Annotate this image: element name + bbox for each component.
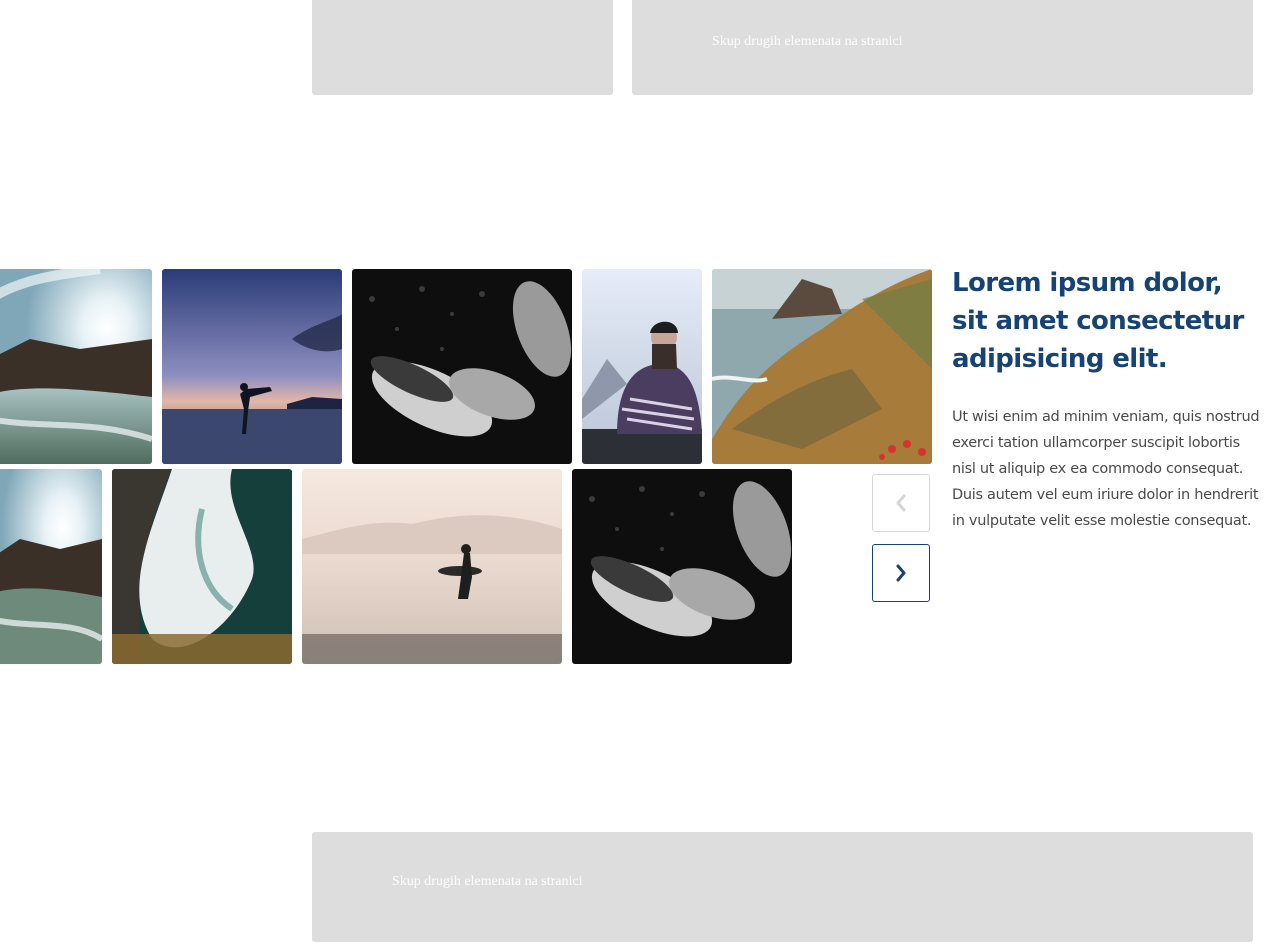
section-heading: Lorem ipsum dolor, sit amet consectetur … bbox=[952, 268, 1244, 374]
photo-penguins[interactable] bbox=[352, 269, 572, 464]
placeholder-label: Skup drugih elemenata na stranici bbox=[392, 874, 583, 889]
photo-surfer[interactable] bbox=[302, 469, 562, 664]
carousel-next-button[interactable] bbox=[872, 544, 930, 602]
photo-wave-sun[interactable] bbox=[0, 269, 152, 464]
photo-penguins-2[interactable] bbox=[572, 469, 792, 664]
chevron-left-icon bbox=[896, 494, 906, 512]
chevron-right-icon bbox=[896, 564, 906, 582]
photo-kick-silhouette[interactable] bbox=[162, 269, 342, 464]
placeholder-label: Skup drugih elemenata na stranici bbox=[712, 34, 903, 49]
section-body-text: Ut wisi enim ad minim veniam, quis nostr… bbox=[952, 409, 1260, 529]
placeholder-block-top-left bbox=[312, 0, 613, 95]
photo-coastal-cliffs[interactable] bbox=[712, 269, 932, 464]
photo-shoreline[interactable] bbox=[112, 469, 292, 664]
photo-wave-sun-2[interactable] bbox=[0, 469, 102, 664]
placeholder-block-top-right: Skup drugih elemenata na stranici bbox=[632, 0, 1253, 95]
carousel-prev-button[interactable] bbox=[872, 474, 930, 532]
placeholder-block-bottom: Skup drugih elemenata na stranici bbox=[312, 832, 1253, 942]
photo-woman-blanket[interactable] bbox=[582, 269, 702, 464]
